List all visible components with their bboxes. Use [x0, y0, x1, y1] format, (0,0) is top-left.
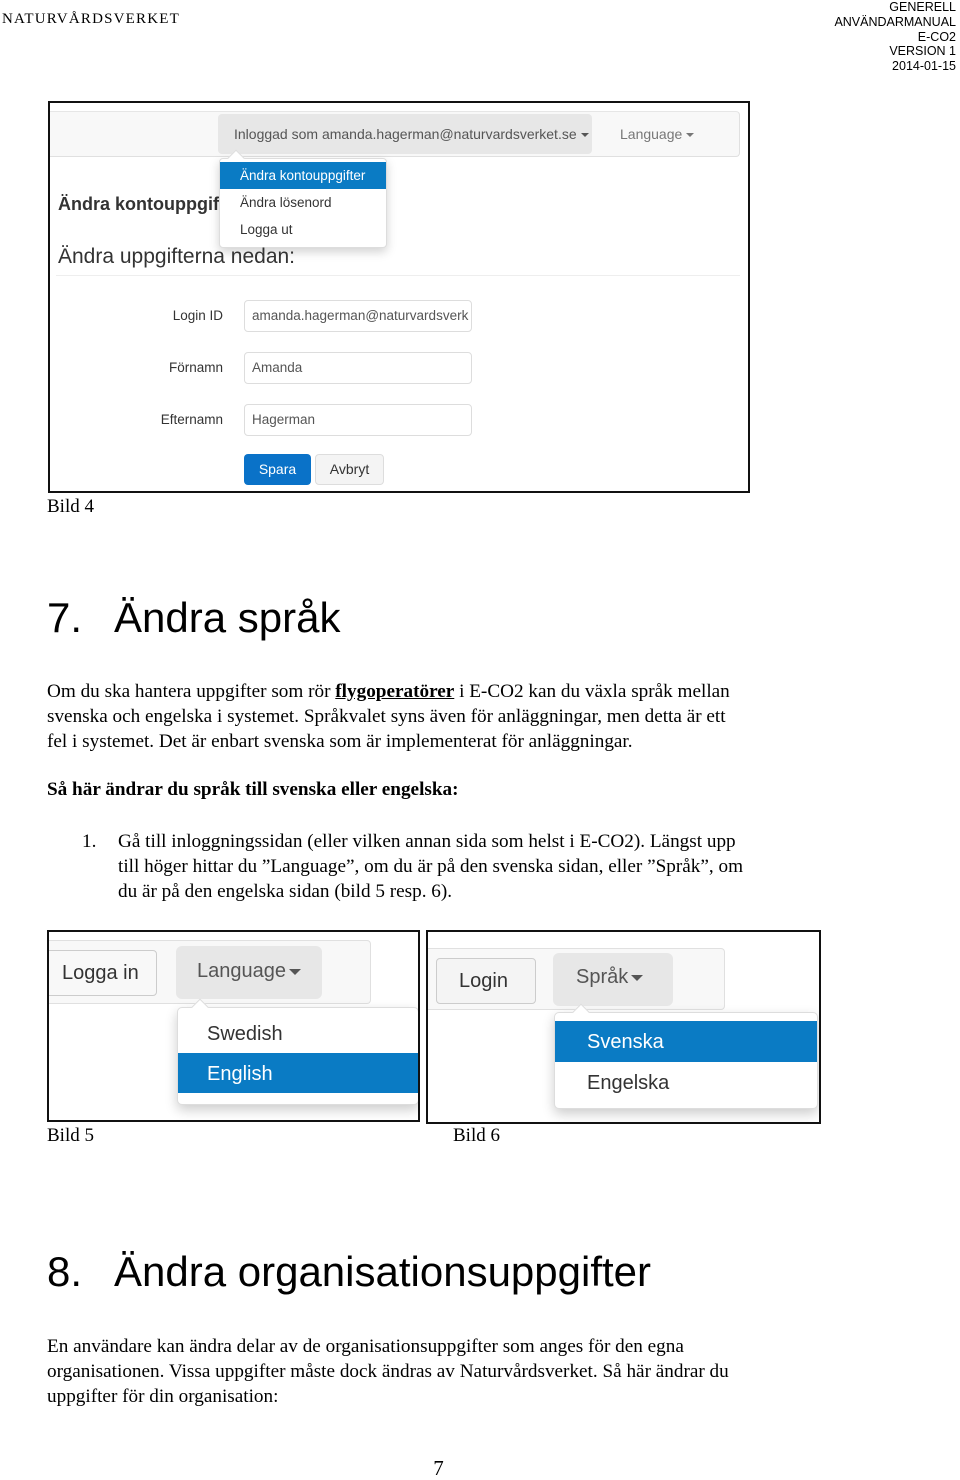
screenshot-language-menu-english-site: Login Språk Svenska Engelska: [426, 930, 821, 1124]
language-option-english[interactable]: English: [178, 1053, 418, 1093]
login-button[interactable]: Login: [436, 958, 536, 1004]
caret-down-icon: [631, 974, 644, 981]
list-item-line: Gå till inloggningssidan (eller vilken a…: [118, 831, 736, 852]
language-menu-toggle[interactable]: Language: [176, 946, 322, 999]
section-8-heading: 8. Ändra organisationsuppgifter: [47, 1248, 651, 1296]
paragraph-line: uppgifter för din organisation:: [47, 1386, 279, 1407]
language-menu-toggle[interactable]: Språk: [553, 953, 673, 1006]
last-name-field[interactable]: Hagerman: [244, 404, 472, 436]
save-button[interactable]: Spara: [244, 454, 311, 485]
cancel-button[interactable]: Avbryt: [315, 454, 384, 485]
document-meta: GENERELL ANVÄNDARMANUAL E-CO2 VERSION 1 …: [834, 0, 956, 74]
page-number: 7: [433, 1456, 444, 1480]
organization-name: NATURVÅRDSVERKET: [2, 11, 181, 27]
section-8-paragraph: En användare kan ändra delar av de organ…: [47, 1334, 847, 1409]
form-subheading: Ändra uppgifterna nedan:: [58, 245, 296, 268]
section-7-paragraph: Om du ska hantera uppgifter som rör flyg…: [47, 679, 847, 754]
language-menu-label: Språk: [576, 966, 629, 988]
paragraph-line: En användare kan ändra delar av de organ…: [47, 1336, 684, 1357]
paragraph-text: Om du ska hantera uppgifter som rör: [47, 681, 336, 702]
doc-meta-version: VERSION 1: [889, 44, 956, 59]
user-menu-toggle[interactable]: Inloggad som amanda.hagerman@naturvardsv…: [218, 114, 592, 154]
first-name-field[interactable]: Amanda: [244, 352, 472, 384]
language-option-engelska[interactable]: Engelska: [555, 1062, 817, 1103]
list-item-number: 1.: [82, 831, 97, 852]
doc-meta-type: GENERELL: [889, 0, 956, 14]
login-id-label: Login ID: [172, 308, 223, 323]
section-8-number: 8.: [47, 1248, 83, 1295]
screenshot-account-settings: Inloggad som amanda.hagerman@naturvardsv…: [48, 101, 750, 493]
login-id-field[interactable]: amanda.hagerman@naturvardsverk: [244, 300, 472, 332]
list-item-line: du är på den engelska sidan (bild 5 resp…: [118, 881, 453, 902]
paragraph-text: i E-CO2 kan du växla språk mellan: [454, 681, 730, 702]
user-dropdown-menu: Ändra kontouppgifter Ändra lösenord Logg…: [219, 149, 387, 248]
figure-caption-bild6: Bild 6: [453, 1125, 500, 1146]
divider: [56, 275, 740, 276]
user-menu-label: Inloggad som amanda.hagerman@naturvardsv…: [234, 126, 577, 142]
figure-caption-bild5: Bild 5: [47, 1125, 94, 1146]
paragraph-line: svenska och engelska i systemet. Språkva…: [47, 706, 726, 727]
language-option-swedish[interactable]: Swedish: [178, 1013, 418, 1053]
caret-down-icon: [288, 968, 301, 975]
section-7-number: 7.: [47, 594, 83, 641]
doc-meta-system: E-CO2: [917, 29, 956, 44]
figure-caption-bild4: Bild 4: [47, 496, 94, 517]
caret-down-icon: [580, 133, 589, 138]
account-heading: Ändra kontouppgifter: [58, 194, 242, 214]
login-button[interactable]: Logga in: [49, 950, 157, 996]
language-option-svenska[interactable]: Svenska: [555, 1021, 817, 1062]
last-name-label: Efternamn: [160, 412, 223, 427]
list-item: 1. Gå till inloggningssidan (eller vilke…: [82, 829, 842, 904]
first-name-label: Förnamn: [168, 360, 223, 375]
menu-item-change-password[interactable]: Ändra lösenord: [220, 189, 386, 216]
language-dropdown-menu: Swedish English: [177, 998, 418, 1105]
list-item-line: till höger hittar du ”Language”, om du ä…: [118, 856, 743, 877]
doc-meta-manual: ANVÄNDARMANUAL: [834, 14, 956, 29]
section-7-title: Ändra språk: [114, 594, 341, 641]
paragraph-line: fel i systemet. Det är enbart svenska so…: [47, 731, 633, 752]
navbar: Inloggad som amanda.hagerman@naturvardsv…: [50, 111, 740, 157]
doc-meta-date: 2014-01-15: [892, 59, 956, 74]
language-menu-toggle[interactable]: Language: [620, 126, 695, 142]
caret-down-icon: [686, 133, 695, 138]
section-8-title: Ändra organisationsuppgifter: [114, 1248, 652, 1295]
section-7-heading: 7. Ändra språk: [47, 594, 340, 642]
flygoperatorer-link[interactable]: flygoperatörer: [335, 681, 454, 702]
menu-item-edit-account[interactable]: Ändra kontouppgifter: [220, 162, 386, 189]
menu-item-logout[interactable]: Logga ut: [220, 216, 386, 243]
language-menu-label: Language: [620, 126, 683, 142]
instruction-heading: Så här ändrar du språk till svenska elle…: [47, 779, 459, 800]
language-menu-label: Language: [197, 960, 286, 982]
language-dropdown-menu: Svenska Engelska: [554, 1003, 818, 1109]
screenshot-language-menu-swedish-site: Logga in Language Swedish English: [47, 930, 420, 1122]
paragraph-line: organisationen. Vissa uppgifter måste do…: [47, 1361, 729, 1382]
